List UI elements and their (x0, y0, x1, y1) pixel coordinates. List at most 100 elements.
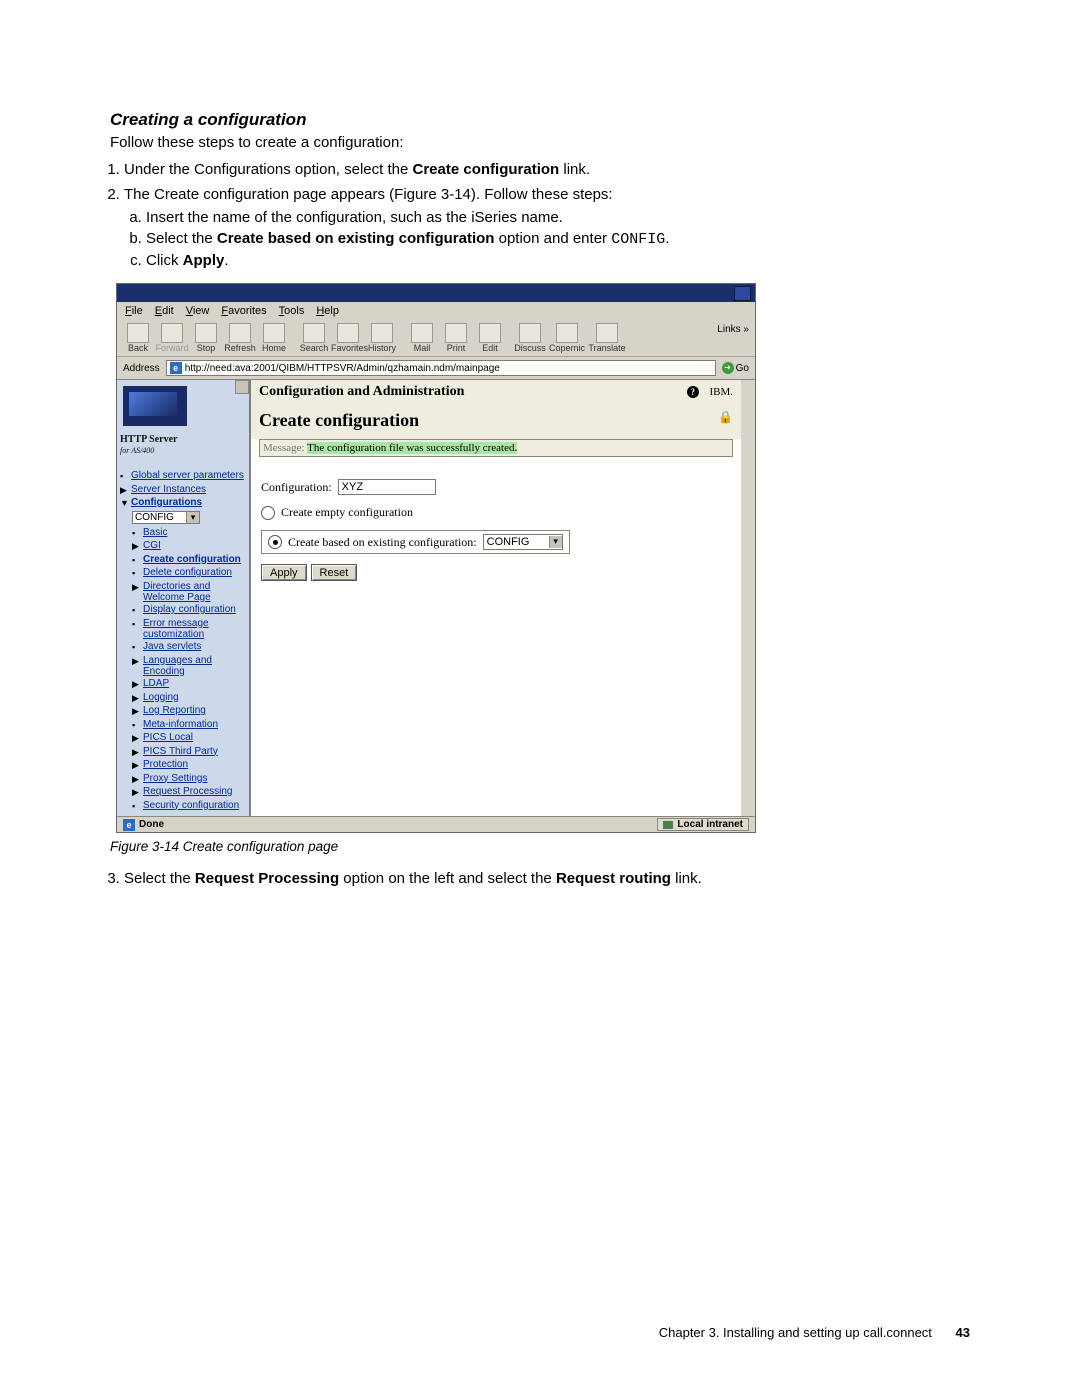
menu-favorites[interactable]: Favorites (221, 305, 266, 317)
links-toolbar[interactable]: Links » (717, 324, 749, 335)
nav-security-config[interactable]: Security configuration (143, 800, 239, 811)
status-done: Done (139, 819, 164, 830)
history-label: History (368, 343, 396, 353)
chevron-down-icon: ▾ (186, 512, 199, 523)
discuss-icon (519, 323, 541, 343)
radio-empty[interactable] (261, 506, 275, 520)
help-icon[interactable]: ? (687, 386, 699, 398)
nav-ldap[interactable]: LDAP (143, 678, 169, 689)
nav-basic[interactable]: Basic (143, 527, 167, 538)
ibm-brand: ? IBM. (687, 386, 733, 398)
radio-dot-icon (273, 540, 278, 545)
step2b-code: CONFIG (611, 231, 665, 248)
ie-toolbar: Back Forward Stop Refresh Home Search Fa… (117, 320, 755, 357)
print-label: Print (447, 343, 466, 353)
menu-view[interactable]: View (186, 305, 210, 317)
nav-lang-encoding[interactable]: Languages and Encoding (143, 655, 246, 677)
step1-bold: Create configuration (413, 161, 560, 178)
menu-help[interactable]: Help (316, 305, 339, 317)
left-nav-pane: HTTP Server for AS/400 ▪Global server pa… (117, 380, 251, 816)
discuss-button[interactable]: Discuss (513, 323, 547, 353)
step-1: Under the Configurations option, select … (124, 161, 970, 178)
based-select[interactable]: CONFIG▾ (483, 534, 563, 550)
favorites-button[interactable]: Favorites (331, 323, 365, 353)
mail-button[interactable]: Mail (405, 323, 439, 353)
go-icon: ➜ (722, 362, 734, 374)
home-label: Home (262, 343, 286, 353)
step2-text: The Create configuration page appears (F… (124, 186, 613, 203)
nav-protection[interactable]: Protection (143, 759, 188, 770)
home-button[interactable]: Home (257, 323, 291, 353)
step-2b: Select the Create based on existing conf… (146, 230, 970, 248)
right-header: Configuration and Administration ? IBM. (251, 380, 741, 404)
message-bar: Message: The configuration file was succ… (259, 439, 733, 457)
menu-tools[interactable]: Tools (279, 305, 305, 317)
product-name: HTTP Server for AS/400 (120, 434, 246, 456)
address-input[interactable]: e http://need:ava:2001/QIBM/HTTPSVR/Admi… (166, 360, 716, 376)
step1-pre: Under the Configurations option, select … (124, 161, 413, 178)
product-sub: for AS/400 (120, 446, 154, 455)
ie-page-icon: e (170, 362, 182, 374)
nav-logging[interactable]: Logging (143, 692, 179, 703)
refresh-button[interactable]: Refresh (223, 323, 257, 353)
favorites-icon (337, 323, 359, 343)
copernic-label: Copernic (549, 343, 585, 353)
chevron-down-icon: ▾ (549, 536, 562, 548)
nav-java-servlets[interactable]: Java servlets (143, 641, 201, 652)
nav-display-config[interactable]: Display configuration (143, 604, 236, 615)
history-button[interactable]: History (365, 323, 399, 353)
step2c-post: . (224, 252, 228, 269)
step3-bold2: Request routing (556, 870, 671, 887)
step3-mid: option on the left and select the (339, 870, 556, 887)
nav-meta-info[interactable]: Meta-information (143, 719, 218, 730)
ie-titlebar (117, 284, 755, 302)
translate-icon (596, 323, 618, 343)
nav-error-cust[interactable]: Error message customization (143, 618, 246, 640)
copernic-button[interactable]: Copernic (547, 323, 587, 353)
stop-button[interactable]: Stop (189, 323, 223, 353)
radio-based[interactable] (268, 535, 282, 549)
window-control-icon[interactable] (734, 286, 751, 301)
nav-configurations[interactable]: Configurations (131, 497, 202, 508)
edit-button[interactable]: Edit (473, 323, 507, 353)
nav-delete-config[interactable]: Delete configuration (143, 567, 232, 578)
edit-icon (479, 323, 501, 343)
ie-addressbar: Address e http://need:ava:2001/QIBM/HTTP… (117, 357, 755, 380)
config-select[interactable]: CONFIG▾ (132, 511, 200, 524)
go-button[interactable]: ➜ Go (722, 362, 749, 374)
scrollbar-up-icon[interactable] (235, 380, 249, 394)
ibm-text: IBM. (709, 386, 733, 398)
print-button[interactable]: Print (439, 323, 473, 353)
menu-edit[interactable]: Edit (155, 305, 174, 317)
back-button[interactable]: Back (121, 323, 155, 353)
nav-global-params[interactable]: Global server parameters (131, 470, 244, 481)
nav-create-config[interactable]: Create configuration (143, 554, 241, 565)
forward-button: Forward (155, 323, 189, 353)
reset-button[interactable]: Reset (311, 564, 358, 581)
ie-menubar: File Edit View Favorites Tools Help (117, 302, 755, 320)
page-footer: Chapter 3. Installing and setting up cal… (659, 1325, 970, 1340)
search-button[interactable]: Search (297, 323, 331, 353)
nav-log-reporting[interactable]: Log Reporting (143, 705, 206, 716)
footer-chapter: Chapter 3. Installing and setting up cal… (659, 1325, 932, 1340)
nav-pics-local[interactable]: PICS Local (143, 732, 193, 743)
nav-server-instances[interactable]: Server Instances (131, 484, 206, 495)
forward-label: Forward (155, 343, 188, 353)
print-icon (445, 323, 467, 343)
nav-dirs-welcome[interactable]: Directories and Welcome Page (143, 581, 246, 603)
menu-file[interactable]: File (125, 305, 143, 317)
step2c-bold: Apply (183, 252, 225, 269)
mail-icon (411, 323, 433, 343)
right-title: Configuration and Administration (259, 384, 464, 400)
config-input[interactable]: XYZ (338, 479, 436, 495)
nav-proxy-settings[interactable]: Proxy Settings (143, 773, 207, 784)
address-label: Address (123, 363, 160, 374)
nav-request-processing[interactable]: Request Processing (143, 786, 233, 797)
ie-page-icon: e (123, 819, 135, 831)
apply-button[interactable]: Apply (261, 564, 307, 581)
right-content-pane: Configuration and Administration ? IBM. … (251, 380, 755, 816)
nav-pics-third[interactable]: PICS Third Party (143, 746, 218, 757)
config-label: Configuration: (261, 480, 332, 495)
nav-cgi[interactable]: CGI (143, 540, 161, 551)
translate-button[interactable]: Translate (587, 323, 627, 353)
